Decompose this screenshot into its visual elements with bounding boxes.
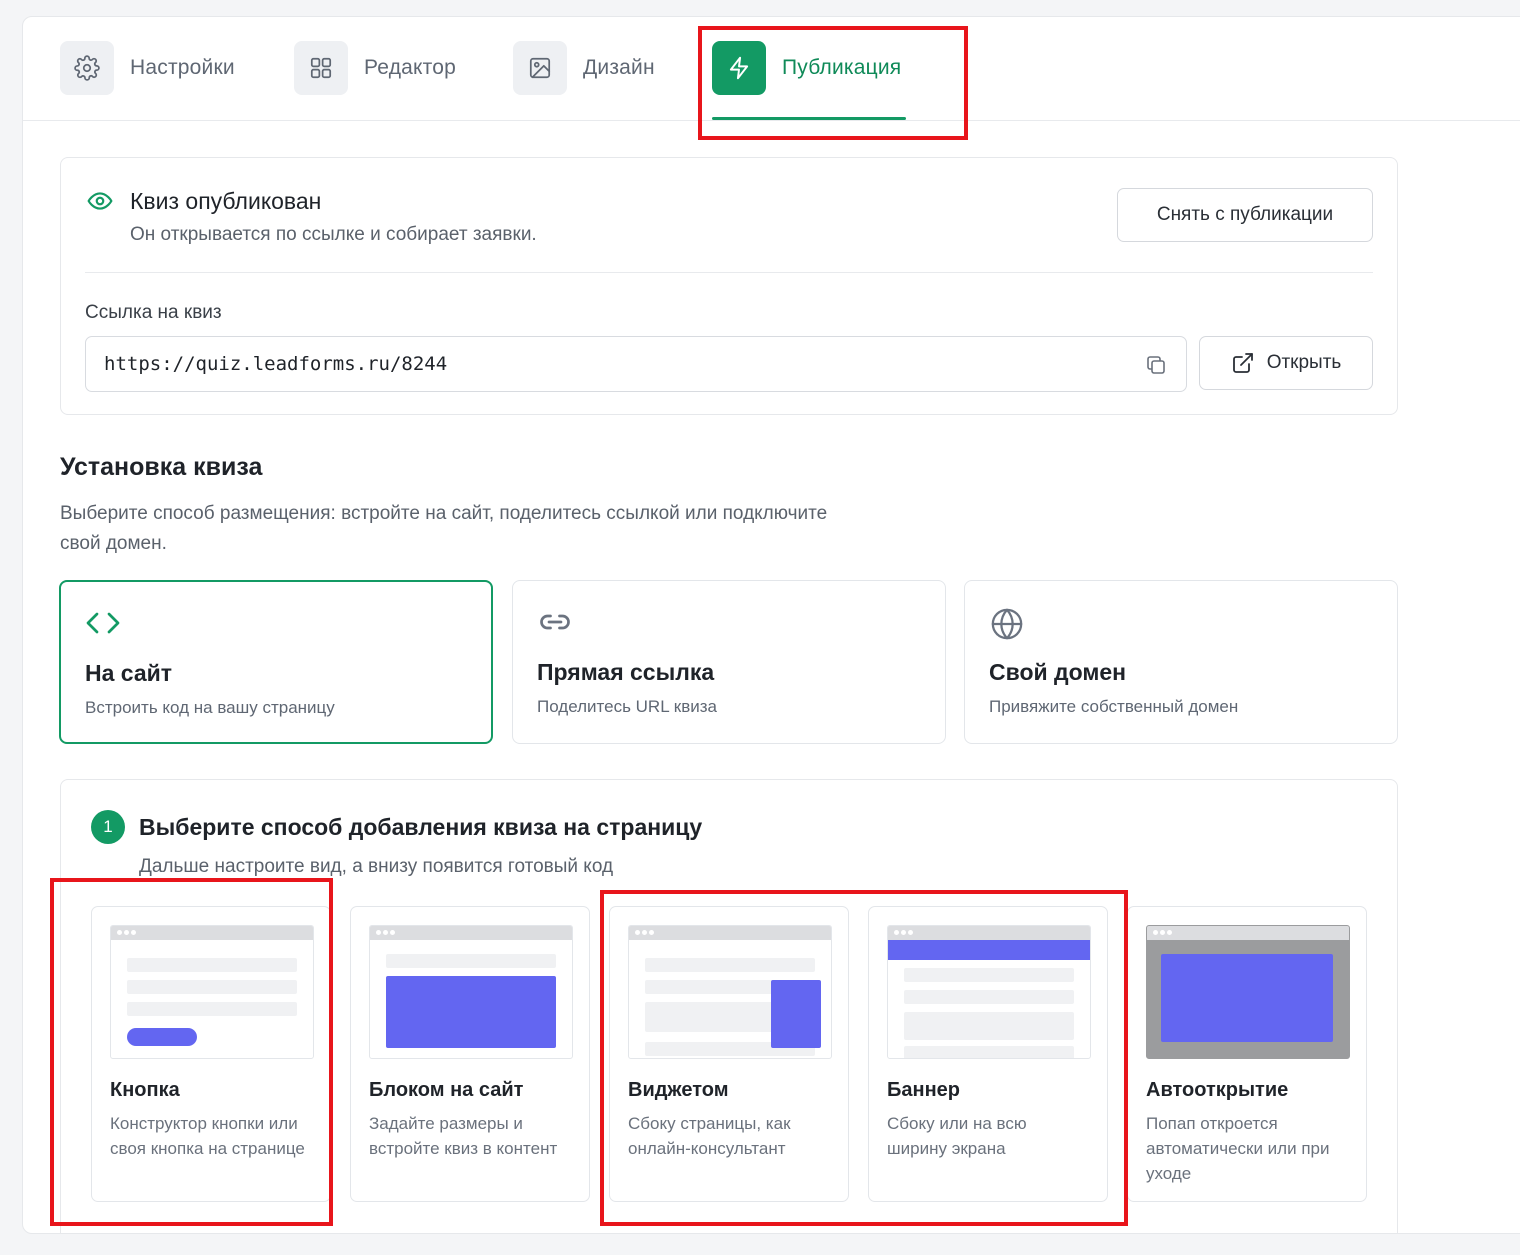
link-icon: [537, 607, 573, 642]
unpublish-button[interactable]: Снять с публикации: [1117, 188, 1373, 242]
popup-preview-thumbnail: [1146, 925, 1350, 1059]
gear-icon: [60, 41, 114, 95]
tab-label: Настройки: [130, 56, 235, 79]
embed-option-banner[interactable]: Баннер Сбоку или на всю ширину экрана: [868, 906, 1108, 1202]
method-title: Свой домен: [989, 659, 1127, 685]
tab-settings[interactable]: Настройки: [60, 41, 235, 95]
block-preview-thumbnail: [369, 925, 573, 1059]
embed-options-section: 1 Выберите способ добавления квиза на ст…: [60, 779, 1398, 1233]
install-title: Установка квиза: [60, 453, 263, 481]
tab-publication[interactable]: Публикация: [712, 41, 901, 95]
tab-design[interactable]: Дизайн: [513, 41, 655, 95]
copy-icon[interactable]: [1144, 353, 1168, 382]
code-icon: [85, 608, 121, 643]
top-tabs: Настройки Редактор Дизайн Публикация: [23, 17, 1520, 121]
method-direct-link[interactable]: Прямая ссылка Поделитесь URL квиза: [512, 580, 946, 744]
option-desc: Сбоку страницы, как онлайн-консультант: [628, 1114, 791, 1158]
tab-label: Публикация: [782, 56, 902, 79]
option-desc: Попап откроется автоматически или при ух…: [1146, 1114, 1330, 1183]
method-desc: Привяжите собственный домен: [989, 697, 1239, 716]
active-tab-underline: [712, 117, 906, 120]
option-title: Автооткрытие: [1146, 1079, 1289, 1101]
widget-preview-thumbnail: [628, 925, 832, 1059]
embed-option-widget[interactable]: Виджетом Сбоку страницы, как онлайн-конс…: [609, 906, 849, 1202]
method-on-site[interactable]: На сайт Встроить код на вашу страницу: [59, 580, 493, 744]
eye-icon: [85, 188, 115, 219]
publish-status-subtitle: Он открывается по ссылке и собирает заяв…: [130, 224, 537, 245]
embed-subtitle: Дальше настроите вид, а внизу появится г…: [139, 856, 614, 877]
button-preview-thumbnail: [110, 925, 314, 1059]
tab-label: Дизайн: [583, 56, 655, 79]
step-number-badge: 1: [91, 810, 125, 844]
embed-option-autoopen[interactable]: Автооткрытие Попап откроется автоматичес…: [1127, 906, 1367, 1202]
quiz-link-value[interactable]: https://quiz.leadforms.ru/8244: [104, 353, 447, 375]
publish-status-title: Квиз опубликован: [130, 188, 322, 214]
publish-status-card: Квиз опубликован Он открывается по ссылк…: [60, 157, 1398, 415]
install-subtitle: Выберите способ размещения: встройте на …: [60, 503, 828, 554]
open-button-label: Открыть: [1266, 352, 1342, 373]
divider: [85, 272, 1373, 273]
embed-option-block[interactable]: Блоком на сайт Задайте размеры и встройт…: [350, 906, 590, 1202]
tab-label: Редактор: [364, 56, 456, 79]
option-desc: Конструктор кнопки или своя кнопка на ст…: [110, 1114, 305, 1158]
external-link-icon: [1232, 353, 1253, 373]
option-title: Кнопка: [110, 1079, 180, 1101]
option-title: Виджетом: [628, 1079, 729, 1101]
open-quiz-button[interactable]: Открыть: [1199, 336, 1373, 390]
method-custom-domain[interactable]: Свой домен Привяжите собственный домен: [964, 580, 1398, 744]
banner-preview-thumbnail: [887, 925, 1091, 1059]
quiz-link-field[interactable]: https://quiz.leadforms.ru/8244: [85, 336, 1187, 392]
option-desc: Задайте размеры и встройте квиз в контен…: [369, 1114, 558, 1158]
tab-editor[interactable]: Редактор: [294, 41, 456, 95]
method-title: На сайт: [85, 660, 173, 686]
option-title: Блоком на сайт: [369, 1079, 524, 1101]
method-title: Прямая ссылка: [537, 659, 715, 685]
embed-title: Выберите способ добавления квиза на стра…: [139, 814, 703, 840]
embed-option-button[interactable]: Кнопка Конструктор кнопки или своя кнопк…: [91, 906, 331, 1202]
grid-icon: [294, 41, 348, 95]
lightning-icon: [712, 41, 766, 95]
quiz-link-label: Ссылка на квиз: [85, 302, 222, 323]
quiz-publish-panel: Настройки Редактор Дизайн Публикация Кви…: [22, 16, 1520, 1234]
option-desc: Сбоку или на всю ширину экрана: [887, 1114, 1027, 1158]
globe-icon: [989, 607, 1025, 646]
method-desc: Встроить код на вашу страницу: [85, 698, 335, 717]
image-icon: [513, 41, 567, 95]
method-desc: Поделитесь URL квиза: [537, 697, 717, 716]
option-title: Баннер: [887, 1079, 960, 1101]
